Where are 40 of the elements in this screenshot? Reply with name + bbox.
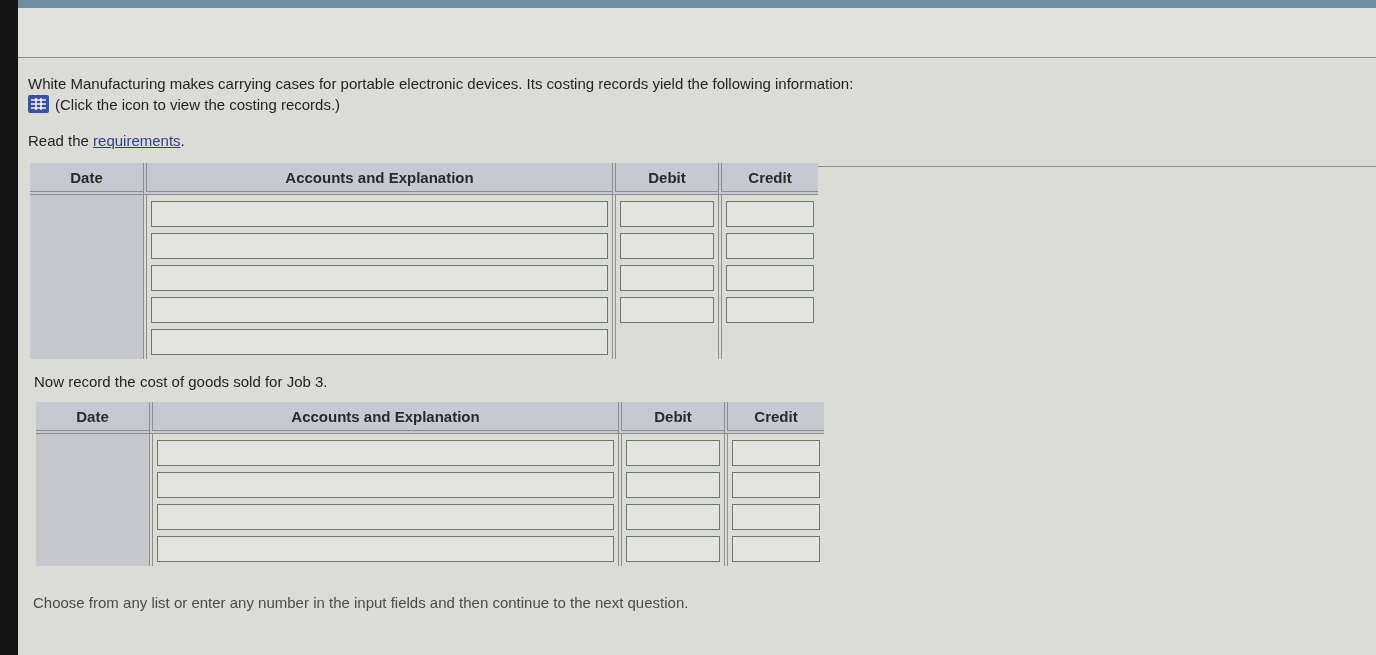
debit-field[interactable] [626, 536, 720, 562]
column-header: Date [36, 402, 149, 434]
debit-field[interactable] [620, 265, 714, 291]
account-field[interactable] [157, 440, 614, 466]
requirements-link[interactable]: requirements [93, 132, 181, 149]
credit-field[interactable] [726, 265, 814, 291]
account-field[interactable] [157, 472, 614, 498]
credit-field[interactable] [732, 440, 820, 466]
debit-field[interactable] [620, 233, 714, 259]
problem-text: White Manufacturing makes carrying cases for portable electronic devices. Its costing records yield the following information: [28, 74, 855, 94]
credit-field[interactable] [726, 233, 814, 259]
column-header: Accounts and Explanation [149, 402, 618, 434]
icon-hint-text: (Click the icon to view the costing records.) [55, 95, 341, 113]
account-field[interactable] [151, 265, 608, 291]
column-header: Accounts and Explanation [143, 163, 612, 195]
debit-field[interactable] [620, 297, 714, 323]
explanation-field[interactable] [151, 329, 608, 355]
column-header: Credit [724, 402, 824, 434]
account-field[interactable] [157, 536, 614, 562]
credit-field[interactable] [732, 536, 820, 562]
account-field[interactable] [157, 504, 614, 530]
column-header: Date [30, 163, 143, 195]
credit-field[interactable] [726, 297, 814, 323]
requirements-text: Read the requirements. [28, 132, 186, 149]
instruction-footer: Choose from any list or enter any number in the input fields and then continue to the next question. [33, 594, 1376, 611]
instruction-text: Now record the cost of goods sold for Job 3. [34, 373, 329, 390]
credit-field[interactable] [732, 472, 820, 498]
column-header: Debit [612, 163, 718, 195]
column-header: Credit [718, 163, 818, 195]
debit-field[interactable] [626, 440, 720, 466]
account-field[interactable] [151, 233, 608, 259]
column-header: Debit [618, 402, 724, 434]
debit-field[interactable] [626, 504, 720, 530]
credit-field[interactable] [732, 504, 820, 530]
debit-field[interactable] [620, 201, 714, 227]
debit-field[interactable] [626, 472, 720, 498]
account-field[interactable] [151, 201, 608, 227]
table-grid-icon[interactable] [28, 95, 49, 113]
account-field[interactable] [151, 297, 608, 323]
credit-field[interactable] [726, 201, 814, 227]
